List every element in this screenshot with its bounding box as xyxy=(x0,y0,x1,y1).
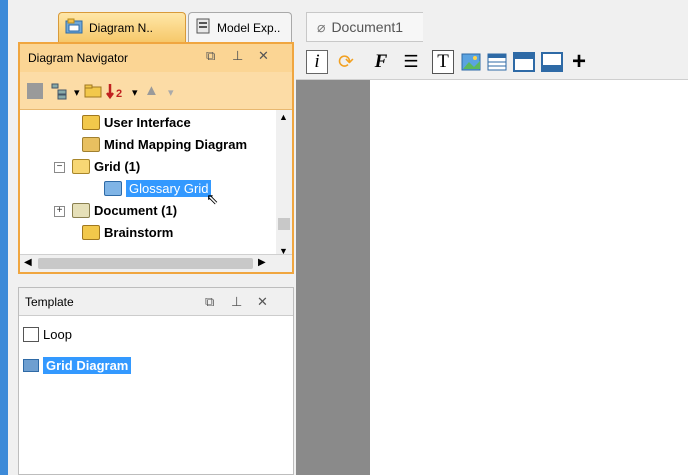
tab-diagram-navigator[interactable]: Diagram N.. xyxy=(58,12,186,42)
template-item-loop[interactable]: Loop xyxy=(23,324,72,344)
tree-item-label: Brainstorm xyxy=(104,224,174,240)
grid-diagram-icon xyxy=(23,358,39,372)
brainstorm-icon xyxy=(82,224,100,240)
tree-item-label: Grid (1) xyxy=(94,158,141,174)
tab-label: Model Exp.. xyxy=(217,20,281,35)
vertical-scrollbar[interactable]: ▲ ▼ xyxy=(276,110,292,258)
side-tab-row: Diagram N.. Model Exp.. xyxy=(8,0,293,42)
mouse-cursor-icon: ⇖ xyxy=(206,191,219,208)
document-icon xyxy=(72,202,90,218)
tree-item-label: Glossary Grid xyxy=(126,179,212,197)
scroll-left-icon[interactable]: ◀ xyxy=(24,257,32,268)
user-interface-icon xyxy=(82,114,100,130)
chevron-down-icon[interactable]: ▾ xyxy=(168,86,174,99)
template-panel: Template ⧉ ⊥ ✕ Loop Grid Diagram xyxy=(18,287,294,475)
tab-label: Document1 xyxy=(331,19,404,35)
pin-icon[interactable]: ⊥ xyxy=(231,294,242,310)
restore-icon[interactable]: ⧉ xyxy=(205,294,214,310)
paperclip-icon: ⌀ xyxy=(317,18,326,35)
new-diagram-icon[interactable] xyxy=(26,82,44,104)
add-icon[interactable]: + xyxy=(568,48,590,75)
tree-item-grid[interactable]: Grid (1) xyxy=(72,156,140,176)
scrollbar-thumb[interactable] xyxy=(38,258,253,269)
tree-item-brainstorm[interactable]: Brainstorm xyxy=(82,222,173,242)
scrollbar-thumb[interactable] xyxy=(278,218,290,230)
template-item-label: Loop xyxy=(43,326,72,342)
navigate-up-icon[interactable]: ▲ xyxy=(144,82,159,99)
document-tab-bar: ⌀ Document1 xyxy=(296,0,688,42)
info-icon[interactable]: i xyxy=(306,50,328,74)
panel-header: Diagram Navigator ⧉ ⊥ ✕ xyxy=(20,44,292,72)
navigator-toolbar: ▾ 2 ▾ ▲ ▾ xyxy=(20,72,292,110)
tab-label: Diagram N.. xyxy=(89,20,154,35)
tree-view-icon[interactable] xyxy=(50,82,68,104)
restore-icon[interactable]: ⧉ xyxy=(206,48,215,64)
left-accent-strip xyxy=(0,0,8,475)
tree-item-glossary-grid[interactable]: Glossary Grid xyxy=(104,178,212,198)
sort-icon[interactable]: 2 xyxy=(106,82,126,104)
tree-item-label: Mind Mapping Diagram xyxy=(104,136,247,152)
text-icon[interactable]: T xyxy=(432,50,454,74)
open-folder-icon[interactable] xyxy=(84,82,102,104)
chevron-down-icon[interactable]: ▾ xyxy=(74,86,80,99)
close-icon[interactable]: ✕ xyxy=(258,48,269,64)
font-icon[interactable]: F xyxy=(370,50,392,74)
chevron-down-icon[interactable]: ▾ xyxy=(132,86,138,99)
mind-mapping-icon xyxy=(82,136,100,152)
diagram-navigator-icon xyxy=(65,18,83,37)
refresh-icon[interactable]: ⟳ xyxy=(334,50,358,74)
expand-icon[interactable]: + xyxy=(54,206,65,217)
horizontal-scrollbar[interactable]: ◀ ▶ xyxy=(20,254,292,272)
tree-item-label: User Interface xyxy=(104,114,191,130)
template-item-label: Grid Diagram xyxy=(43,356,132,374)
footer-icon[interactable] xyxy=(540,50,564,74)
pin-icon[interactable]: ⊥ xyxy=(232,48,243,64)
image-icon[interactable] xyxy=(460,50,482,74)
tab-model-explorer[interactable]: Model Exp.. xyxy=(188,12,292,42)
document-page[interactable] xyxy=(370,80,688,475)
header-icon[interactable] xyxy=(512,50,536,74)
tree-item-document[interactable]: Document (1) xyxy=(72,200,177,220)
diagram-tree: User Interface Mind Mapping Diagram − Gr… xyxy=(20,110,278,258)
scroll-right-icon[interactable]: ▶ xyxy=(258,257,266,268)
document-toolbar: i ⟳ F ☰ T + xyxy=(296,44,688,80)
loop-icon xyxy=(23,326,39,342)
panel-header: Template ⧉ ⊥ ✕ xyxy=(19,288,293,316)
model-explorer-icon xyxy=(195,18,211,37)
tree-item-mind-mapping[interactable]: Mind Mapping Diagram xyxy=(82,134,247,154)
tab-document1[interactable]: ⌀ Document1 xyxy=(306,12,424,42)
close-icon[interactable]: ✕ xyxy=(257,294,268,310)
tree-item-label: Document (1) xyxy=(94,202,178,218)
svg-text:2: 2 xyxy=(116,88,122,100)
panel-title: Template xyxy=(25,294,74,309)
folder-icon xyxy=(72,158,90,174)
grid-icon xyxy=(104,180,122,196)
collapse-icon[interactable]: − xyxy=(54,162,65,173)
diagram-navigator-panel: Diagram Navigator ⧉ ⊥ ✕ ▾ 2 ▾ ▲ ▾ User I… xyxy=(18,42,294,274)
table-icon[interactable] xyxy=(486,50,508,74)
scroll-up-icon[interactable]: ▲ xyxy=(279,112,288,122)
tree-item-user-interface[interactable]: User Interface xyxy=(82,112,191,132)
panel-title: Diagram Navigator xyxy=(28,51,129,65)
template-item-grid-diagram[interactable]: Grid Diagram xyxy=(23,355,132,375)
list-icon[interactable]: ☰ xyxy=(400,50,422,74)
